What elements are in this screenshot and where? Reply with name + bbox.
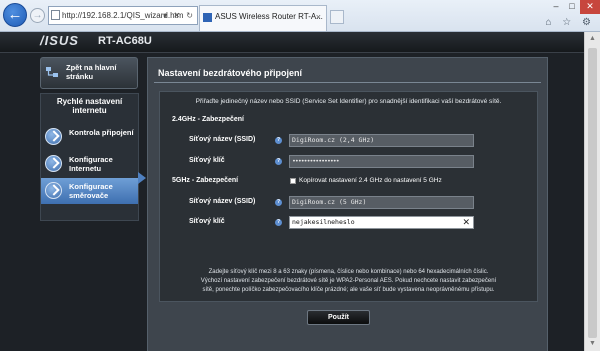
check-circle-icon bbox=[45, 155, 62, 172]
step-router-config[interactable]: Konfigurace směrovače bbox=[41, 178, 138, 204]
help-icon[interactable]: ? bbox=[275, 158, 282, 165]
check-circle-icon bbox=[45, 182, 62, 199]
wizard-steps-panel: Rychlé nastavení internetu Kontrola přip… bbox=[40, 93, 139, 221]
tab-close-icon[interactable]: × bbox=[316, 6, 321, 28]
scroll-down-icon[interactable]: ▼ bbox=[585, 337, 600, 351]
key5-label: Síťový klíč bbox=[189, 218, 225, 225]
home-label: Zpět na hlavní stránku bbox=[66, 63, 117, 81]
minimize-icon[interactable]: – bbox=[548, 0, 564, 14]
active-step-pointer-icon bbox=[138, 172, 146, 184]
window-controls: – □ ✕ bbox=[548, 0, 600, 16]
apply-button[interactable]: Použít bbox=[307, 310, 370, 325]
help-icon[interactable]: ? bbox=[275, 219, 282, 226]
browser-toolbar: ← → http://192.168.2.1/QIS_wizard.htm ▾ … bbox=[0, 0, 600, 32]
copy-settings-label: Kopírovat nastavení 2.4 GHz do nastavení… bbox=[299, 177, 442, 184]
browser-tab[interactable]: ASUS Wireless Router RT-A... × bbox=[199, 5, 327, 31]
maximize-icon[interactable]: □ bbox=[564, 0, 580, 14]
security-note: Zadejte síťový klíč mezi 8 a 63 znaky (p… bbox=[160, 268, 537, 295]
forward-arrow-icon[interactable]: → bbox=[30, 8, 45, 23]
asus-logo: /ISUS bbox=[40, 33, 79, 48]
help-icon[interactable]: ? bbox=[275, 199, 282, 206]
band24-heading: 2.4GHz - Zabezpečení bbox=[172, 116, 244, 123]
vertical-scrollbar[interactable]: ▲ ▼ bbox=[584, 32, 600, 351]
scroll-up-icon[interactable]: ▲ bbox=[585, 32, 600, 46]
close-window-icon[interactable]: ✕ bbox=[580, 0, 600, 14]
copy-settings-checkbox[interactable] bbox=[290, 178, 296, 184]
page-icon bbox=[51, 10, 60, 20]
back-arrow-icon[interactable]: ← bbox=[3, 3, 27, 27]
browser-tools-icons[interactable]: ⌂ ☆ ⚙ bbox=[545, 17, 595, 28]
step-label: Konfigurace Internetu bbox=[69, 155, 113, 173]
intro-text: Přiřaďte jedinečný název nebo SSID (Serv… bbox=[195, 98, 502, 105]
asus-favicon-icon bbox=[203, 13, 212, 22]
step-internet-config[interactable]: Konfigurace Internetu bbox=[41, 151, 138, 177]
key24-input[interactable]: •••••••••••••••• bbox=[289, 155, 474, 168]
model-name: RT-AC68U bbox=[98, 35, 152, 47]
clear-input-icon[interactable]: ✕ bbox=[462, 217, 470, 228]
ssid24-input[interactable]: DigiRoom.cz (2,4 GHz) bbox=[289, 134, 474, 147]
band5-heading: 5GHz - Zabezpečení bbox=[172, 177, 239, 184]
page-title: Nastavení bezdrátového připojení bbox=[158, 68, 303, 78]
note-line: Zadejte síťový klíč mezi 8 a 63 znaky (p… bbox=[208, 269, 489, 275]
router-page: /ISUS RT-AC68U Zpět na hlavní stránku Ry… bbox=[0, 32, 584, 351]
ssid5-input[interactable]: DigiRoom.cz (5 GHz) bbox=[289, 196, 474, 209]
tab-title: ASUS Wireless Router RT-A... bbox=[215, 12, 323, 21]
check-circle-icon bbox=[45, 128, 62, 145]
step-connection-check[interactable]: Kontrola připojení bbox=[41, 124, 138, 150]
scroll-thumb[interactable] bbox=[588, 48, 597, 338]
new-tab-button[interactable] bbox=[330, 10, 344, 24]
note-line: sítě, ponechte políčko zabezpečovacího k… bbox=[202, 287, 495, 293]
step-label: Kontrola připojení bbox=[69, 128, 134, 137]
address-bar[interactable]: http://192.168.2.1/QIS_wizard.htm ▾ ✕ ↻ bbox=[48, 6, 198, 25]
title-divider bbox=[154, 82, 541, 83]
wireless-settings-panel: Nastavení bezdrátového připojení Přiřaďt… bbox=[147, 57, 548, 351]
wizard-title: Rychlé nastavení internetu bbox=[56, 97, 123, 115]
note-line: Výchozí nastavení zabezpečení bezdrátové… bbox=[200, 278, 497, 284]
ssid24-label: Síťový název (SSID) bbox=[189, 136, 256, 143]
ssid5-label: Síťový název (SSID) bbox=[189, 198, 256, 205]
address-actions-icon[interactable]: ▾ ✕ ↻ bbox=[163, 7, 195, 24]
help-icon[interactable]: ? bbox=[275, 137, 282, 144]
wireless-form: Přiřaďte jedinečný název nebo SSID (Serv… bbox=[159, 91, 538, 302]
network-home-icon bbox=[46, 67, 58, 77]
router-header: /ISUS RT-AC68U bbox=[0, 32, 584, 53]
key5-value: nejakesilneheslo bbox=[292, 218, 355, 226]
key24-label: Síťový klíč bbox=[189, 157, 225, 164]
key5-input[interactable]: nejakesilneheslo ✕ bbox=[289, 216, 474, 229]
back-to-home-button[interactable]: Zpět na hlavní stránku bbox=[40, 57, 138, 89]
step-label: Konfigurace směrovače bbox=[69, 182, 113, 200]
